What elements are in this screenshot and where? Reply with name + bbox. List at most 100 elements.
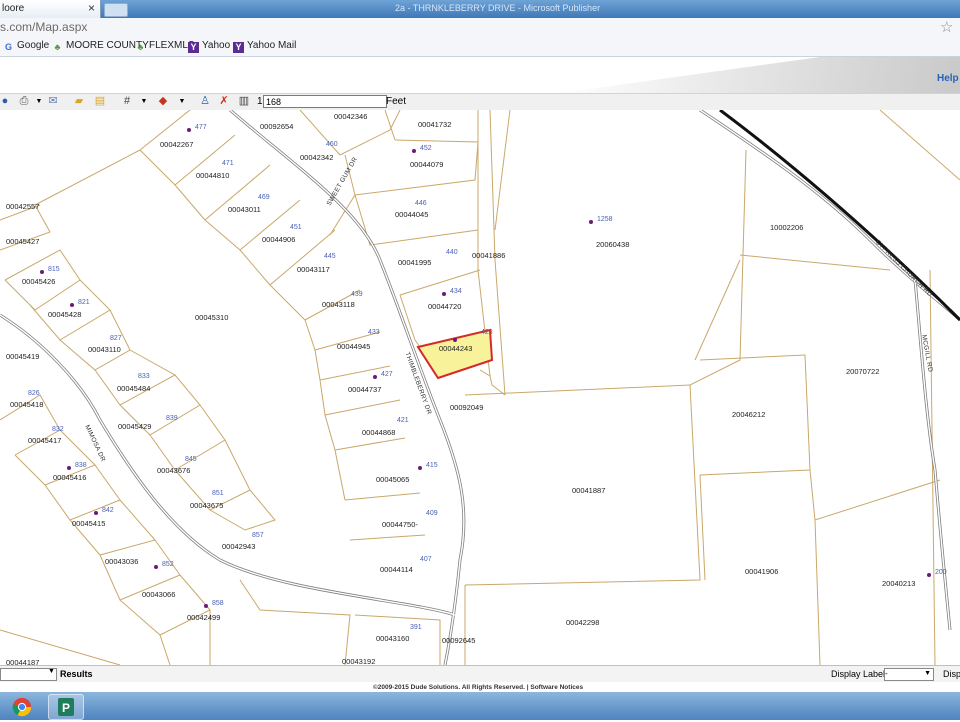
bookmark-yahoo-mail[interactable]: Y Yahoo Mail xyxy=(233,40,296,53)
parcel-id-label[interactable]: 20070722 xyxy=(846,367,879,376)
parcel-id-label[interactable]: 20040213 xyxy=(882,579,915,588)
parcel-id-label[interactable]: 00043118 xyxy=(322,300,355,309)
yahoo-icon: Y xyxy=(188,42,199,53)
parcel-id-label[interactable]: 00045417 xyxy=(28,436,61,445)
parcel-id-label[interactable]: 00044187 xyxy=(6,658,39,665)
parcel-map[interactable]: SWEET GUM DR THIMBLEBERRY DR MIMOSA DR C… xyxy=(0,110,960,665)
parcel-id-label[interactable]: 00041887 xyxy=(572,486,605,495)
parcel-id-label[interactable]: 00045428 xyxy=(48,310,81,319)
parcel-id-label[interactable]: 00044114 xyxy=(380,565,413,574)
scale-input[interactable] xyxy=(263,95,387,108)
parcel-id-label[interactable]: 00045427 xyxy=(6,237,39,246)
clear-selection-icon[interactable]: ✗ xyxy=(217,95,231,108)
parcel-id-label[interactable]: 00045426 xyxy=(22,277,55,286)
parcel-id-label[interactable]: 00045429 xyxy=(118,422,151,431)
new-tab-button[interactable] xyxy=(104,3,128,17)
open-folder-icon[interactable]: ▰ xyxy=(72,95,86,108)
parcel-id-label[interactable]: 00092049 xyxy=(450,403,483,412)
save-icon[interactable]: ▤ xyxy=(93,95,107,108)
copyright-text: ©2009-2015 Dude Solutions. All Rights Re… xyxy=(373,684,584,691)
parcel-id-label[interactable]: 00041732 xyxy=(418,120,451,129)
parcel-id-label[interactable]: 20060438 xyxy=(596,240,629,249)
chevron-down-icon[interactable]: ▼ xyxy=(48,668,55,675)
print-icon[interactable]: ⎙ xyxy=(17,95,31,108)
address-bar[interactable]: s.com/Map.aspx ☆ xyxy=(0,18,960,37)
close-tab-icon[interactable]: × xyxy=(88,1,95,15)
parcel-id-label[interactable]: 00044868 xyxy=(362,428,395,437)
house-number-label: 446 xyxy=(415,200,427,207)
help-link[interactable]: Help xyxy=(937,73,959,84)
parcel-id-label[interactable]: 00043675 xyxy=(190,501,223,510)
house-number-label: 851 xyxy=(212,490,224,497)
email-icon[interactable]: ✉ xyxy=(46,95,60,108)
parcel-id-label[interactable]: 00092654 xyxy=(260,122,293,131)
url-text[interactable]: s.com/Map.aspx xyxy=(0,20,87,34)
google-icon: G xyxy=(4,42,12,52)
parcel-id-label[interactable]: 00045484 xyxy=(117,384,150,393)
results-label[interactable]: Results xyxy=(60,669,93,679)
parcel-id-label[interactable]: 00044810 xyxy=(196,171,229,180)
display-labels-select[interactable]: - ▼ xyxy=(884,668,934,681)
map-toolbar: ● ⎙ ▼ ✉ ▰ ▤ # ▼ ◆ ▼ ♙ ✗ ▥ 1: Feet xyxy=(0,93,960,111)
chevron-down-icon[interactable]: ▼ xyxy=(137,95,151,108)
bookmark-google[interactable]: G Google xyxy=(3,40,49,53)
parcel-id-label[interactable]: 00044079 xyxy=(410,160,443,169)
parcel-id-label[interactable]: 00043110 xyxy=(88,345,121,354)
parcel-id-label[interactable]: 00043160 xyxy=(376,634,409,643)
parcel-id-label[interactable]: 00045415 xyxy=(72,519,105,528)
print-map-icon[interactable]: ▥ xyxy=(237,95,251,108)
parcel-id-label[interactable]: 00042267 xyxy=(160,140,193,149)
parcel-id-label[interactable]: 00044045 xyxy=(395,210,428,219)
windows-taskbar xyxy=(0,692,960,720)
grid-icon[interactable]: # xyxy=(120,95,134,108)
parcel-id-label[interactable]: 00042298 xyxy=(566,618,599,627)
parcel-id-label[interactable]: 00041886 xyxy=(472,251,505,260)
parcel-id-label[interactable]: 00042346 xyxy=(334,112,367,121)
publisher-taskbar-button[interactable]: P xyxy=(48,694,84,720)
parcel-id-label[interactable]: 20046212 xyxy=(732,410,765,419)
parcel-id-label[interactable]: 00044737 xyxy=(348,385,381,394)
parcel-id-label[interactable]: 00042499 xyxy=(187,613,220,622)
parcel-id-label[interactable]: 00043066 xyxy=(142,590,175,599)
bookmark-star-icon[interactable]: ☆ xyxy=(940,18,953,36)
house-number-label: 445 xyxy=(324,253,336,260)
parcel-id-label[interactable]: 10002206 xyxy=(770,223,803,232)
parcel-id-label[interactable]: 00044906 xyxy=(262,235,295,244)
parcel-id-label[interactable]: 00044720 xyxy=(428,302,461,311)
chevron-down-icon[interactable]: ▼ xyxy=(175,95,189,108)
parcel-id-label[interactable]: 00043676 xyxy=(157,466,190,475)
parcel-id-label[interactable]: 00041995 xyxy=(398,258,431,267)
identify-icon[interactable]: ♙ xyxy=(198,95,212,108)
parcel-pin-icon xyxy=(453,338,457,342)
measure-icon[interactable]: ◆ xyxy=(156,95,170,108)
parcel-id-label[interactable]: 00043192 xyxy=(342,657,375,665)
house-number-label: 815 xyxy=(48,266,60,273)
bookmark-yahoo[interactable]: Y Yahoo xyxy=(188,40,230,53)
parcel-id-label[interactable]: 00042943 xyxy=(222,542,255,551)
parcel-id-label[interactable]: 00043011 xyxy=(228,205,261,214)
parcel-id-label[interactable]: 00042557 xyxy=(6,202,39,211)
parcel-id-label[interactable]: 00044750- xyxy=(382,520,418,529)
parcel-id-label[interactable]: 00043036 xyxy=(105,557,138,566)
bookmark-flexmls[interactable]: ♣ FLEXMLS xyxy=(135,40,195,53)
parcel-id-label[interactable]: 00045416 xyxy=(53,473,86,482)
chrome-icon[interactable] xyxy=(10,696,34,718)
parcel-id-label[interactable]: 00045310 xyxy=(195,313,228,322)
display-labels-value: - xyxy=(885,669,888,678)
parcel-id-label[interactable]: 00043117 xyxy=(297,265,330,274)
parcel-id-label[interactable]: 00041906 xyxy=(745,567,778,576)
chevron-down-icon[interactable]: ▼ xyxy=(32,95,46,108)
parcel-id-label[interactable]: 00092645 xyxy=(442,636,475,645)
parcel-id-label[interactable]: 00045419 xyxy=(6,352,39,361)
house-number-label: 200 xyxy=(935,569,947,576)
parcel-id-label[interactable]: 00045065 xyxy=(376,475,409,484)
bookmark-icon: ♣ xyxy=(137,42,144,52)
parcel-id-label[interactable]: 00042342 xyxy=(300,153,333,162)
window-caption: 2a - THRNKLEBERRY DRIVE - Microsoft Publ… xyxy=(395,3,601,13)
globe-icon[interactable]: ● xyxy=(0,95,12,108)
selected-parcel-id[interactable]: 00044243 xyxy=(439,344,472,353)
house-number-label: 832 xyxy=(52,426,64,433)
parcel-id-label[interactable]: 00044945 xyxy=(337,342,370,351)
browser-tab[interactable]: loore × xyxy=(0,0,101,19)
parcel-id-label[interactable]: 00045418 xyxy=(10,400,43,409)
